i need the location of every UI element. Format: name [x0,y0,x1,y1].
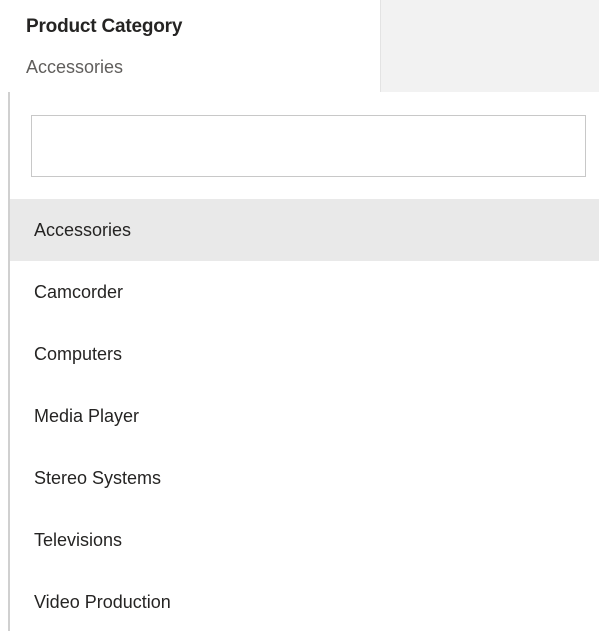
option-media-player[interactable]: Media Player [10,385,599,447]
search-input[interactable] [31,115,586,177]
dropdown-panel: Accessories Camcorder Computers Media Pl… [0,92,599,631]
option-camcorder[interactable]: Camcorder [10,261,599,323]
option-computers[interactable]: Computers [10,323,599,385]
option-stereo-systems[interactable]: Stereo Systems [10,447,599,509]
option-list: Accessories Camcorder Computers Media Pl… [10,199,599,631]
slicer-selected-value[interactable]: Accessories [26,57,123,78]
canvas-background [381,0,599,92]
slicer-visual: Product Category Accessories Accessories… [0,0,599,631]
slicer-header[interactable]: Product Category Accessories [0,0,381,92]
slicer-title: Product Category [26,16,183,37]
option-televisions[interactable]: Televisions [10,509,599,571]
option-video-production[interactable]: Video Production [10,571,599,631]
option-accessories[interactable]: Accessories [10,199,599,261]
